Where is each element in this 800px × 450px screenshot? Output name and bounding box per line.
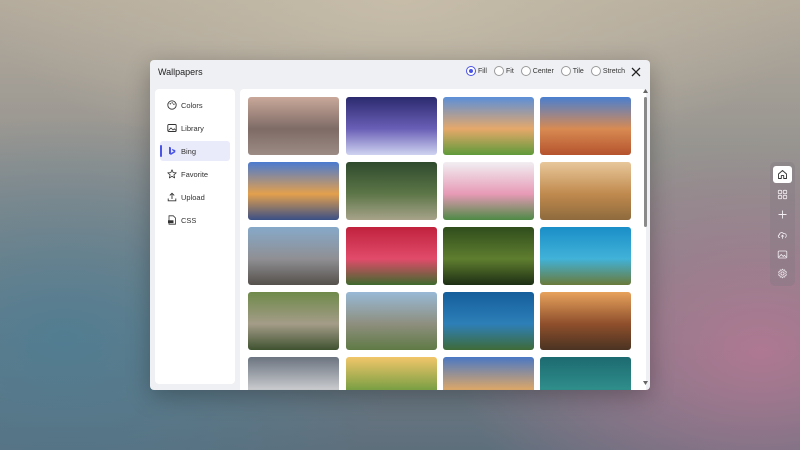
wallpapers-dialog: Wallpapers Fill Fit Center Tile Stretch (150, 60, 650, 390)
dialog-header: Wallpapers Fill Fit Center Tile Stretch (150, 60, 650, 86)
cloud-upload-icon (777, 232, 787, 239)
close-button[interactable] (630, 65, 642, 77)
wallpaper-thumbnail-cranes-grass[interactable] (248, 292, 339, 350)
wallpaper-thumbnail-rocky-shore[interactable] (248, 227, 339, 285)
wallpaper-thumbnail-giraffes-savanna[interactable] (540, 162, 631, 220)
fit-option-label: Stretch (602, 67, 625, 75)
wallpaper-thumbnail-pink-flowers[interactable] (443, 162, 534, 220)
wallpaper-thumbnail-butterfly-flower[interactable] (346, 227, 437, 285)
center-radio[interactable] (520, 66, 531, 76)
dock-widgets-button[interactable] (773, 186, 792, 203)
wallpaper-thumbnail-red-rock-arch[interactable] (540, 97, 631, 155)
dock-cloud-button[interactable] (773, 226, 792, 243)
plus-icon (778, 210, 787, 219)
image-icon (777, 250, 788, 259)
dock-image-button[interactable] (773, 246, 792, 263)
wallpaper-thumbnail-river-city-night[interactable] (248, 162, 339, 220)
tile-radio[interactable] (560, 66, 571, 76)
right-dock (770, 162, 795, 286)
scroll-up-arrow-icon[interactable] (643, 89, 648, 93)
sidebar-item-label: Upload (181, 192, 205, 202)
sidebar-item-label: Bing (181, 146, 197, 156)
fit-mode-options: Fill Fit Center Tile Stretch (466, 66, 625, 76)
star-icon (167, 169, 177, 179)
bing-icon (167, 146, 177, 156)
sidebar-item-library[interactable]: Library (160, 118, 230, 138)
wallpaper-thumbnail-mountain-ruins[interactable] (346, 292, 437, 350)
wallpaper-thumbnail-golden-valley[interactable] (346, 357, 437, 390)
wallpaper-thumbnail-old-town-street[interactable] (443, 357, 534, 390)
fit-option-label: Center (532, 67, 554, 75)
sidebar-item-colors[interactable]: Colors (160, 95, 230, 115)
wallpaper-thumbnail-winding-river-forest[interactable] (346, 162, 437, 220)
upload-icon (167, 192, 177, 202)
sidebar-item-bing[interactable]: Bing (160, 141, 230, 161)
sidebar-item-label: CSS (181, 215, 197, 225)
sidebar-item-label: Colors (181, 100, 203, 110)
fit-option-label: Fit (505, 67, 514, 75)
sidebar: Colors Library Bing Favorite Upload CSS (155, 89, 235, 384)
fit-option-center[interactable]: Center (520, 66, 554, 76)
stretch-radio[interactable] (590, 66, 601, 76)
wallpaper-thumbnail-starry-sky-rock[interactable] (346, 97, 437, 155)
wallpaper-thumbnail-underwater-seals[interactable] (540, 357, 631, 390)
fit-radio[interactable] (493, 66, 504, 76)
sidebar-item-css[interactable]: CSS (160, 210, 230, 230)
dock-home-button[interactable] (773, 166, 792, 183)
fit-option-fill[interactable]: Fill (466, 66, 487, 76)
fit-option-fit[interactable]: Fit (493, 66, 514, 76)
sidebar-item-label: Favorite (181, 169, 209, 179)
wallpaper-thumbnail-misty-lake-trees[interactable] (248, 97, 339, 155)
fit-option-label: Tile (572, 67, 584, 75)
image-icon (167, 123, 177, 133)
palette-icon (167, 100, 177, 110)
dialog-title: Wallpapers (158, 67, 203, 77)
close-icon (631, 67, 641, 77)
wallpaper-thumbnail-green-canopy-tree[interactable] (443, 227, 534, 285)
fit-option-label: Fill (478, 67, 487, 75)
scrollbar-thumb[interactable] (644, 97, 647, 227)
css-file-icon (167, 215, 177, 225)
gear-icon (778, 268, 787, 279)
home-icon (778, 170, 787, 179)
widgets-icon (777, 189, 788, 200)
wallpaper-thumbnail-coastal-hills[interactable] (248, 357, 339, 390)
fill-radio[interactable] (466, 66, 477, 76)
sidebar-item-upload[interactable]: Upload (160, 187, 230, 207)
sidebar-item-label: Library (181, 123, 204, 133)
wallpaper-grid (240, 89, 646, 390)
wallpaper-thumbnail-heart-island[interactable] (443, 292, 534, 350)
sidebar-item-favorite[interactable]: Favorite (160, 164, 230, 184)
fit-option-tile[interactable]: Tile (560, 66, 584, 76)
scroll-down-arrow-icon[interactable] (643, 381, 648, 385)
dock-settings-button[interactable] (773, 265, 792, 282)
dock-add-button[interactable] (773, 206, 792, 223)
wallpaper-thumbnail-sea-turtle[interactable] (540, 227, 631, 285)
scrollbar[interactable] (643, 89, 648, 385)
wallpaper-thumbnail-green-hill-sunset[interactable] (443, 97, 534, 155)
fit-option-stretch[interactable]: Stretch (590, 66, 625, 76)
wallpaper-thumbnail-canyon-sunset[interactable] (540, 292, 631, 350)
